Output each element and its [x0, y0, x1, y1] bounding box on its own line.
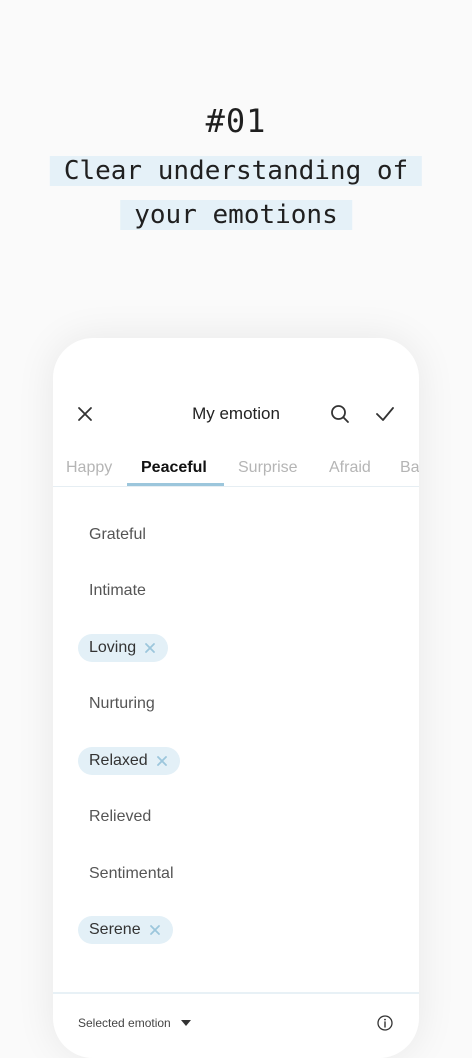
caret-down-icon [180, 1020, 191, 1026]
emotion-label: Grateful [89, 526, 146, 543]
tab-ba[interactable]: Ba [400, 459, 419, 477]
top-bar: My emotion [53, 392, 419, 436]
check-icon [376, 407, 394, 421]
emotion-chip-loving[interactable]: Loving [78, 634, 169, 662]
emotion-label: Sentimental [89, 865, 174, 882]
emotion-label: Serene [89, 921, 141, 938]
emotion-chip-relaxed[interactable]: Relaxed [78, 747, 180, 775]
remove-chip-button[interactable] [147, 922, 163, 938]
selected-emotion-label: Selected emotion [78, 1016, 171, 1030]
footer-divider [53, 992, 419, 994]
active-tab-indicator [127, 483, 224, 486]
tab-afraid[interactable]: Afraid [329, 459, 371, 477]
emotion-label: Intimate [89, 582, 146, 599]
emotion-item-intimate[interactable]: Intimate [78, 577, 146, 605]
selected-emotion-toggle[interactable]: Selected emotion [78, 1016, 191, 1030]
tab-surprise[interactable]: Surprise [238, 459, 298, 477]
emotion-label: Relaxed [89, 752, 148, 769]
emotion-item-grateful[interactable]: Grateful [78, 521, 146, 549]
hero-headline-line1: Clear understanding of [49, 156, 423, 186]
emotion-item-relieved[interactable]: Relieved [78, 803, 151, 831]
confirm-button[interactable] [363, 392, 407, 436]
tab-peaceful[interactable]: Peaceful [141, 459, 207, 477]
phone-mockup: My emotion Happy Peaceful Surprise Afrai… [53, 338, 419, 1058]
feature-number: #01 [205, 102, 267, 140]
tab-happy[interactable]: Happy [66, 459, 112, 477]
emotion-item-sentimental[interactable]: Sentimental [78, 860, 174, 888]
emotion-label: Loving [89, 639, 137, 656]
headline-line2-text: your emotions [120, 200, 352, 230]
close-icon [149, 925, 160, 935]
info-icon[interactable] [377, 1015, 393, 1031]
close-icon [156, 756, 167, 766]
close-icon [145, 643, 156, 653]
emotion-chip-serene[interactable]: Serene [78, 916, 173, 944]
emotion-label: Relieved [89, 808, 152, 825]
search-icon [331, 405, 349, 423]
emotion-item-nurturing[interactable]: Nurturing [78, 690, 155, 718]
search-button[interactable] [318, 392, 362, 436]
remove-chip-button[interactable] [154, 753, 170, 769]
emotion-category-tabs: Happy Peaceful Surprise Afraid Ba [53, 446, 419, 487]
remove-chip-button[interactable] [142, 640, 158, 656]
emotion-label: Nurturing [89, 695, 155, 712]
hero-headline-line2: your emotions [120, 200, 352, 230]
headline-line1-text: Clear understanding of [49, 156, 423, 186]
